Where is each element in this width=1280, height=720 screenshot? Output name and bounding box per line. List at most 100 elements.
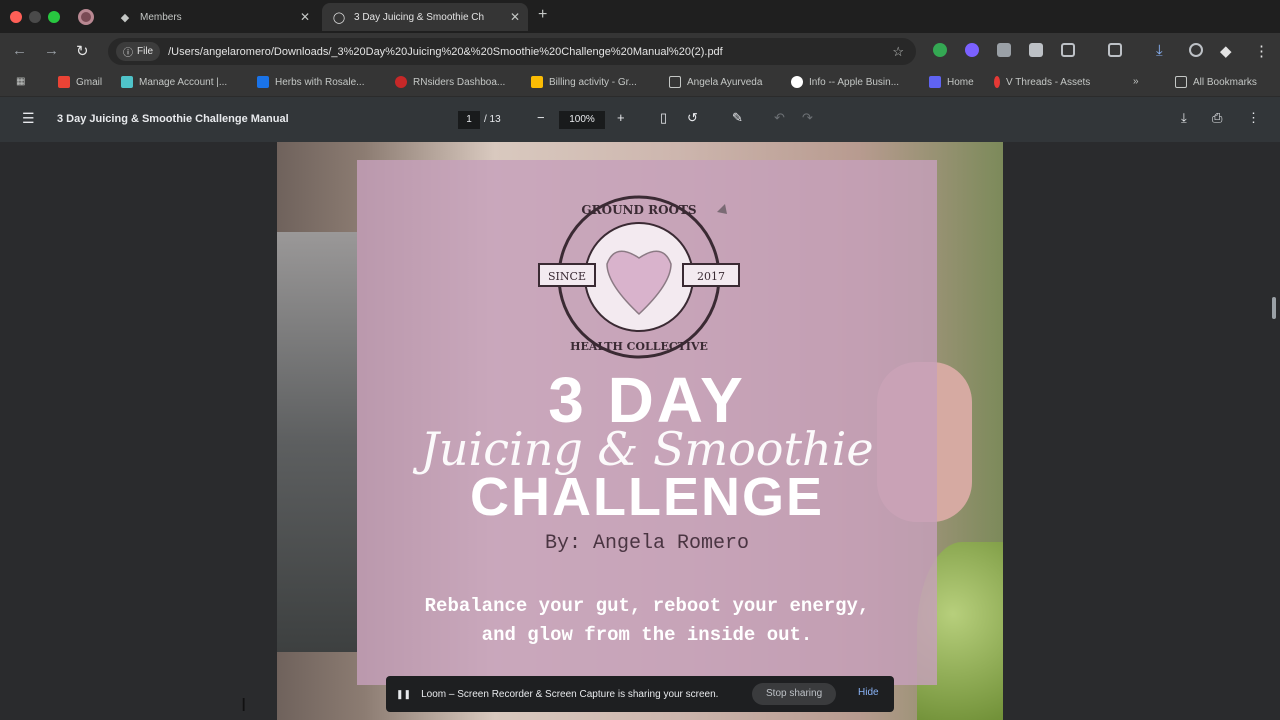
rotate-icon[interactable]: ↺ xyxy=(687,110,698,126)
tab-strip: ◆ Members ✕ ◯ 3 Day Juicing & Smoothie C… xyxy=(0,0,1280,33)
zoom-input[interactable]: 100% xyxy=(559,111,605,129)
bookmark-home[interactable]: Home xyxy=(929,76,974,88)
bookmark-label: V Threads - Assets xyxy=(1006,76,1091,88)
site-info-chip[interactable]: ⓘ File xyxy=(116,42,161,61)
chip-label: File xyxy=(137,46,154,57)
folder-icon xyxy=(1175,76,1187,88)
apps-icon[interactable]: ▦ xyxy=(16,76,25,87)
download-icon[interactable]: ⤓ xyxy=(1156,42,1163,59)
undo-icon[interactable]: ↶ xyxy=(774,110,785,126)
globe-icon: ◯ xyxy=(332,11,346,24)
pdf-toolbar: ☰ 3 Day Juicing & Smoothie Challenge Man… xyxy=(0,97,1280,142)
bookmark-icon xyxy=(929,76,941,88)
extension-icon[interactable] xyxy=(965,43,979,57)
reload-icon[interactable]: ↻ xyxy=(76,42,89,60)
info-icon: ⓘ xyxy=(123,48,133,59)
fit-page-icon[interactable]: ▯ xyxy=(660,110,667,126)
bookmark-angela-ayurveda[interactable]: Angela Ayurveda xyxy=(669,76,762,88)
more-bookmarks-icon[interactable]: » xyxy=(1133,76,1139,87)
url-text: /Users/angelaromero/Downloads/_3%20Day%2… xyxy=(168,45,723,58)
folder-icon xyxy=(669,76,681,88)
hide-button[interactable]: Hide xyxy=(858,687,879,698)
bookmark-manage-account[interactable]: Manage Account |... xyxy=(121,76,227,88)
share-message: Loom – Screen Recorder & Screen Capture … xyxy=(421,688,719,700)
bookmark-label: RNsiders Dashboa... xyxy=(413,76,506,88)
bookmark-rnsiders[interactable]: RNsiders Dashboa... xyxy=(395,76,505,88)
bookmark-icon xyxy=(257,76,269,88)
pinned-tab[interactable] xyxy=(78,9,94,25)
bookmark-label: Billing activity - Gr... xyxy=(549,76,637,88)
logo-since: SINCE xyxy=(548,270,586,283)
share-icon[interactable] xyxy=(1189,43,1203,57)
bookmark-icon xyxy=(395,76,407,88)
new-tab-button[interactable]: + xyxy=(538,6,547,24)
side-panel-icon[interactable] xyxy=(1108,43,1122,57)
more-menu-icon[interactable]: ⋮ xyxy=(1254,42,1269,60)
bookmark-apple-business[interactable]: Info -- Apple Busin... xyxy=(791,76,899,88)
text-cursor-icon: I xyxy=(241,695,247,716)
address-bar[interactable]: ⓘ File /Users/angelaromero/Downloads/_3%… xyxy=(108,38,916,65)
zoom-out-icon[interactable]: − xyxy=(537,110,545,125)
gmail-icon xyxy=(58,76,70,88)
profile-icon[interactable]: ◆ xyxy=(1220,42,1232,60)
more-options-icon[interactable]: ⋮ xyxy=(1247,110,1260,126)
bookmark-label: Info -- Apple Busin... xyxy=(809,76,900,88)
bookmark-icon xyxy=(791,76,803,88)
puzzle-icon[interactable] xyxy=(1061,43,1075,57)
back-icon[interactable]: ← xyxy=(12,42,27,59)
scrollbar-thumb[interactable] xyxy=(1272,297,1276,319)
cover-tagline: Rebalance your gut, reboot your energy, … xyxy=(377,592,917,650)
all-bookmarks[interactable]: All Bookmarks xyxy=(1175,76,1257,88)
browser-toolbar: ← → ↻ ⓘ File /Users/angelaromero/Downloa… xyxy=(0,33,1280,70)
bookmark-label: Herbs with Rosale... xyxy=(275,76,365,88)
bookmark-icon xyxy=(994,76,1000,88)
pause-icon: ❚❚ xyxy=(396,688,412,699)
tagline-line: Rebalance your gut, reboot your energy, xyxy=(424,595,870,617)
screen-share-bar: ❚❚ Loom – Screen Recorder & Screen Captu… xyxy=(386,676,894,712)
logo-year: 2017 xyxy=(697,270,725,283)
stop-sharing-button[interactable]: Stop sharing xyxy=(752,683,837,705)
bookmark-herbs[interactable]: Herbs with Rosale... xyxy=(257,76,364,88)
bookmark-icon xyxy=(121,76,133,88)
cover-overlay: SINCE 2017 GROUND ROOTS HEALTH COLLECTIV… xyxy=(357,160,937,685)
extension-icon[interactable] xyxy=(933,43,947,57)
pdf-viewer[interactable]: SINCE 2017 GROUND ROOTS HEALTH COLLECTIV… xyxy=(0,142,1280,720)
background-photo-blender xyxy=(277,232,357,652)
print-icon[interactable]: ⎙ xyxy=(1212,110,1222,126)
extension-icon[interactable] xyxy=(1029,43,1043,57)
bookmark-v-threads[interactable]: V Threads - Assets xyxy=(994,76,1090,88)
cover-title-challenge: CHALLENGE xyxy=(470,467,824,527)
pdf-page: SINCE 2017 GROUND ROOTS HEALTH COLLECTIV… xyxy=(277,142,1003,720)
zoom-window-button[interactable] xyxy=(48,11,60,23)
extension-icon[interactable] xyxy=(997,43,1011,57)
ground-roots-logo: SINCE 2017 GROUND ROOTS HEALTH COLLECTIV… xyxy=(538,195,740,359)
butterfly-icon xyxy=(717,204,727,214)
tab-pdf[interactable]: ◯ 3 Day Juicing & Smoothie Ch ✕ xyxy=(322,3,528,31)
logo-bottom-text: HEALTH COLLECTIVE xyxy=(570,340,708,353)
bookmarks-bar: ▦ Gmail Manage Account |... Herbs with R… xyxy=(0,70,1280,97)
annotate-icon[interactable]: ✎ xyxy=(732,110,743,126)
minimize-window-button[interactable] xyxy=(29,11,41,23)
bookmark-gmail[interactable]: Gmail xyxy=(58,76,102,88)
zoom-in-icon[interactable]: + xyxy=(617,110,625,125)
page-number-input[interactable]: 1 xyxy=(458,111,480,129)
tab-members[interactable]: ◆ Members ✕ xyxy=(108,3,318,31)
close-icon[interactable]: ✕ xyxy=(510,10,520,24)
bookmark-label: All Bookmarks xyxy=(1193,76,1257,88)
cover-byline: By: Angela Romero xyxy=(544,532,750,555)
logo-top-text: GROUND ROOTS xyxy=(581,203,696,217)
google-ads-icon xyxy=(531,76,543,88)
bookmark-label: Manage Account |... xyxy=(139,76,228,88)
tab-title: 3 Day Juicing & Smoothie Ch xyxy=(354,11,485,23)
bookmark-label: Home xyxy=(947,76,974,88)
menu-icon[interactable]: ☰ xyxy=(22,110,35,127)
close-icon[interactable]: ✕ xyxy=(300,10,310,24)
forward-icon[interactable]: → xyxy=(44,42,59,59)
bookmark-billing[interactable]: Billing activity - Gr... xyxy=(531,76,637,88)
tab-title: Members xyxy=(140,11,182,23)
download-icon[interactable]: ⤓ xyxy=(1181,110,1187,126)
close-window-button[interactable] xyxy=(10,11,22,23)
page-total: / 13 xyxy=(484,114,501,125)
bookmark-star-icon[interactable]: ☆ xyxy=(892,44,904,60)
redo-icon[interactable]: ↷ xyxy=(802,110,813,126)
